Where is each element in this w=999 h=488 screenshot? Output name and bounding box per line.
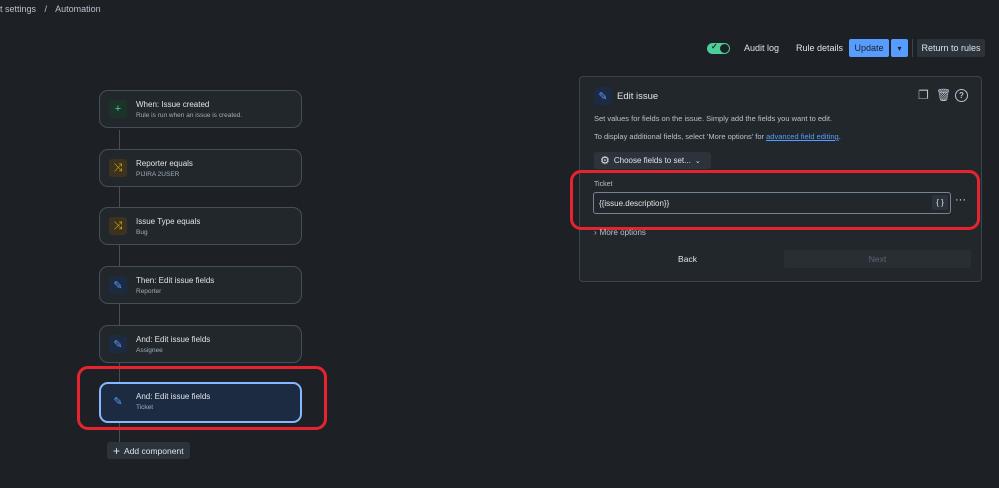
rule-details-button[interactable]: Rule details: [796, 43, 843, 53]
next-button[interactable]: Next: [784, 250, 971, 268]
flow-node-trigger[interactable]: + When: Issue created Rule is run when a…: [99, 90, 302, 128]
choose-fields-button[interactable]: ⚙ Choose fields to set... ⌄: [594, 152, 711, 169]
add-component-label: Add component: [124, 445, 184, 456]
pencil-icon: ✎: [594, 87, 612, 105]
node-title: When: Issue created: [136, 100, 210, 109]
breadcrumb-separator: /: [44, 4, 48, 14]
rule-enabled-toggle[interactable]: ✓: [707, 42, 730, 54]
plus-icon: +: [113, 443, 121, 458]
panel-additional-info: To display additional fields, select 'Mo…: [594, 132, 841, 141]
node-title: Then: Edit issue fields: [136, 276, 215, 285]
node-subtitle: Reporter: [136, 288, 162, 295]
gear-icon: ⚙: [600, 155, 610, 167]
add-component-button[interactable]: + Add component: [107, 442, 190, 459]
chevron-right-icon: ›: [594, 228, 597, 237]
audit-log-button[interactable]: Audit log: [744, 43, 779, 53]
advanced-field-editing-link[interactable]: advanced field editing: [766, 132, 839, 141]
chevron-down-icon: ▾: [897, 43, 902, 53]
pencil-icon: ✎: [109, 276, 127, 294]
check-icon: ✓: [711, 42, 718, 51]
node-subtitle: Rule is run when an issue is created.: [136, 112, 243, 119]
update-dropdown-button[interactable]: ▾: [891, 39, 908, 57]
highlight-annotation: [570, 170, 980, 230]
node-title: Issue Type equals: [136, 217, 201, 226]
additional-info-prefix: To display additional fields, select 'Mo…: [594, 132, 767, 141]
chevron-down-icon: ⌄: [694, 157, 701, 165]
node-title: Reporter equals: [136, 159, 193, 168]
node-subtitle: Bug: [136, 229, 148, 236]
node-subtitle: PIJIRA 2USER: [136, 171, 180, 178]
trash-icon[interactable]: 🗑: [936, 88, 951, 102]
toolbar-divider: [912, 39, 913, 57]
more-options-label: More options: [599, 228, 646, 237]
return-to-rules-button[interactable]: Return to rules: [917, 39, 985, 57]
copy-icon[interactable]: ❐: [918, 88, 929, 102]
condition-icon: ⤨: [109, 217, 127, 235]
flow-node-issue-type-condition[interactable]: ⤨ Issue Type equals Bug: [99, 207, 302, 245]
choose-fields-label: Choose fields to set...: [613, 156, 691, 165]
more-options-toggle[interactable]: › More options: [594, 228, 646, 237]
flow-node-reporter-condition[interactable]: ⤨ Reporter equals PIJIRA 2USER: [99, 149, 302, 187]
plus-icon: +: [109, 100, 127, 118]
flow-node-edit-assignee[interactable]: ✎ And: Edit issue fields Assignee: [99, 325, 302, 363]
additional-info-suffix: .: [838, 132, 841, 141]
panel-title: Edit issue: [617, 91, 659, 102]
node-subtitle: Assignee: [136, 347, 163, 354]
update-button[interactable]: Update: [849, 39, 889, 57]
breadcrumb: t settings / Automation: [0, 4, 107, 14]
help-icon[interactable]: ?: [955, 87, 968, 102]
flow-node-edit-reporter[interactable]: ✎ Then: Edit issue fields Reporter: [99, 266, 302, 304]
back-button[interactable]: Back: [594, 250, 781, 268]
node-title: And: Edit issue fields: [136, 335, 211, 344]
pencil-icon: ✎: [109, 335, 127, 353]
condition-icon: ⤨: [109, 159, 127, 177]
breadcrumb-item-settings[interactable]: t settings: [0, 4, 36, 14]
panel-description: Set values for fields on the issue. Simp…: [594, 114, 833, 123]
highlight-annotation: [77, 366, 327, 430]
breadcrumb-item-automation[interactable]: Automation: [55, 4, 101, 14]
